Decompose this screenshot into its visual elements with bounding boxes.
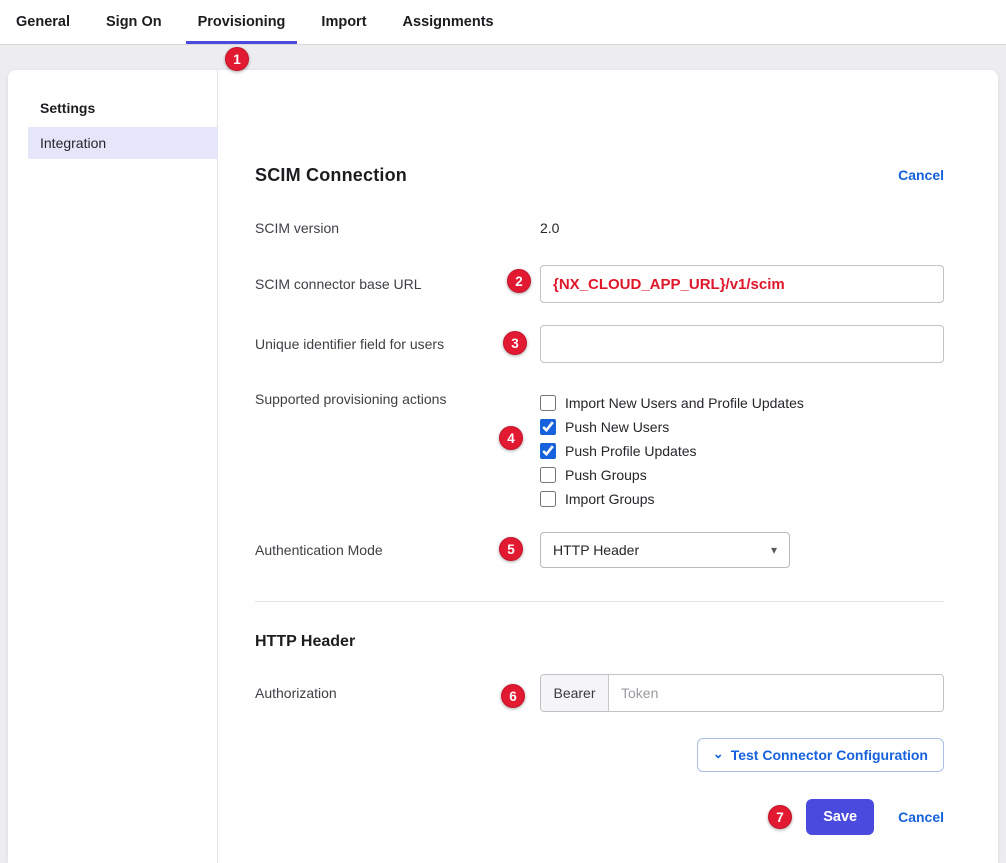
- provisioning-action-row[interactable]: Push New Users: [540, 415, 804, 439]
- unique-id-label: Unique identifier field for users: [255, 336, 540, 353]
- step-badge-6: 6: [501, 684, 525, 708]
- base-url-input[interactable]: [540, 265, 944, 303]
- test-connector-row: ⌄ Test Connector Configuration: [255, 738, 944, 772]
- provisioning-action-row[interactable]: Push Profile Updates: [540, 439, 804, 463]
- tab-assignments[interactable]: Assignments: [391, 0, 506, 44]
- unique-id-input[interactable]: [540, 325, 944, 363]
- step-badge-3: 3: [503, 331, 527, 355]
- sidebar-item-integration[interactable]: Integration: [28, 127, 218, 159]
- authorization-label: Authorization: [255, 685, 540, 702]
- auth-mode-select[interactable]: HTTP Header ▾: [540, 532, 790, 568]
- provisioning-actions-row: Supported provisioning actions Import Ne…: [255, 391, 944, 511]
- provisioning-action-row[interactable]: Import New Users and Profile Updates: [540, 391, 804, 415]
- token-input[interactable]: [609, 675, 943, 711]
- toolbar-strip: [0, 45, 1006, 70]
- unique-id-row: Unique identifier field for users: [255, 325, 944, 363]
- auth-mode-value: HTTP Header: [553, 542, 639, 558]
- main-panel: SCIM Connection Cancel SCIM version 2.0 …: [255, 70, 944, 835]
- cancel-link-top[interactable]: Cancel: [898, 167, 944, 183]
- tab-import[interactable]: Import: [309, 0, 378, 44]
- tab-provisioning[interactable]: Provisioning: [186, 0, 298, 44]
- step-badge-5: 5: [499, 537, 523, 561]
- provisioning-action-label: Import New Users and Profile Updates: [565, 395, 804, 411]
- step-badge-7: 7: [768, 805, 792, 829]
- scim-version-row: SCIM version 2.0: [255, 220, 944, 240]
- save-row: Save Cancel: [255, 799, 944, 835]
- base-url-row: SCIM connector base URL: [255, 265, 944, 303]
- chevron-down-icon: ⌄: [713, 747, 724, 760]
- provisioning-action-label: Push New Users: [565, 419, 669, 435]
- provisioning-action-row[interactable]: Import Groups: [540, 487, 804, 511]
- checkbox-checked-icon[interactable]: [540, 419, 556, 435]
- provisioning-action-label: Push Groups: [565, 467, 647, 483]
- tab-general[interactable]: General: [4, 0, 82, 44]
- checkbox-checked-icon[interactable]: [540, 443, 556, 459]
- scim-version-value: 2.0: [540, 220, 559, 240]
- checkbox-unchecked-icon[interactable]: [540, 491, 556, 507]
- http-header-title: HTTP Header: [255, 632, 944, 652]
- bearer-prefix: Bearer: [541, 675, 609, 711]
- authorization-input-group: Bearer: [540, 674, 944, 712]
- step-badge-1: 1: [225, 47, 249, 71]
- chevron-down-icon: ▾: [771, 543, 777, 557]
- sidebar: Settings Integration: [8, 70, 218, 863]
- cancel-link-bottom[interactable]: Cancel: [898, 809, 944, 825]
- step-badge-2: 2: [507, 269, 531, 293]
- provisioning-actions-label: Supported provisioning actions: [255, 391, 540, 511]
- provisioning-action-row[interactable]: Push Groups: [540, 463, 804, 487]
- test-connector-label: Test Connector Configuration: [731, 747, 928, 763]
- auth-mode-row: Authentication Mode HTTP Header ▾: [255, 532, 944, 568]
- scim-version-label: SCIM version: [255, 220, 540, 240]
- provisioning-action-label: Import Groups: [565, 491, 654, 507]
- sidebar-heading: Settings: [8, 100, 217, 116]
- tab-sign-on[interactable]: Sign On: [94, 0, 174, 44]
- provisioning-action-label: Push Profile Updates: [565, 443, 697, 459]
- section-header: SCIM Connection Cancel: [255, 163, 944, 187]
- step-badge-4: 4: [499, 426, 523, 450]
- auth-mode-label: Authentication Mode: [255, 542, 540, 559]
- authorization-row: Authorization Bearer: [255, 674, 944, 712]
- section-divider: [255, 601, 944, 602]
- save-button[interactable]: Save: [806, 799, 874, 835]
- base-url-label: SCIM connector base URL: [255, 276, 540, 293]
- tab-bar: General Sign On ProvisioningImport Assignme…: [0, 0, 1006, 45]
- checkbox-unchecked-icon[interactable]: [540, 467, 556, 483]
- provisioning-actions-list: Import New Users and Profile Updates Push…: [540, 391, 804, 511]
- checkbox-unchecked-icon[interactable]: [540, 395, 556, 411]
- page-title: SCIM Connection: [255, 165, 407, 186]
- content-card: Settings Integration SCIM Connection Can…: [8, 70, 998, 863]
- test-connector-button[interactable]: ⌄ Test Connector Configuration: [697, 738, 944, 772]
